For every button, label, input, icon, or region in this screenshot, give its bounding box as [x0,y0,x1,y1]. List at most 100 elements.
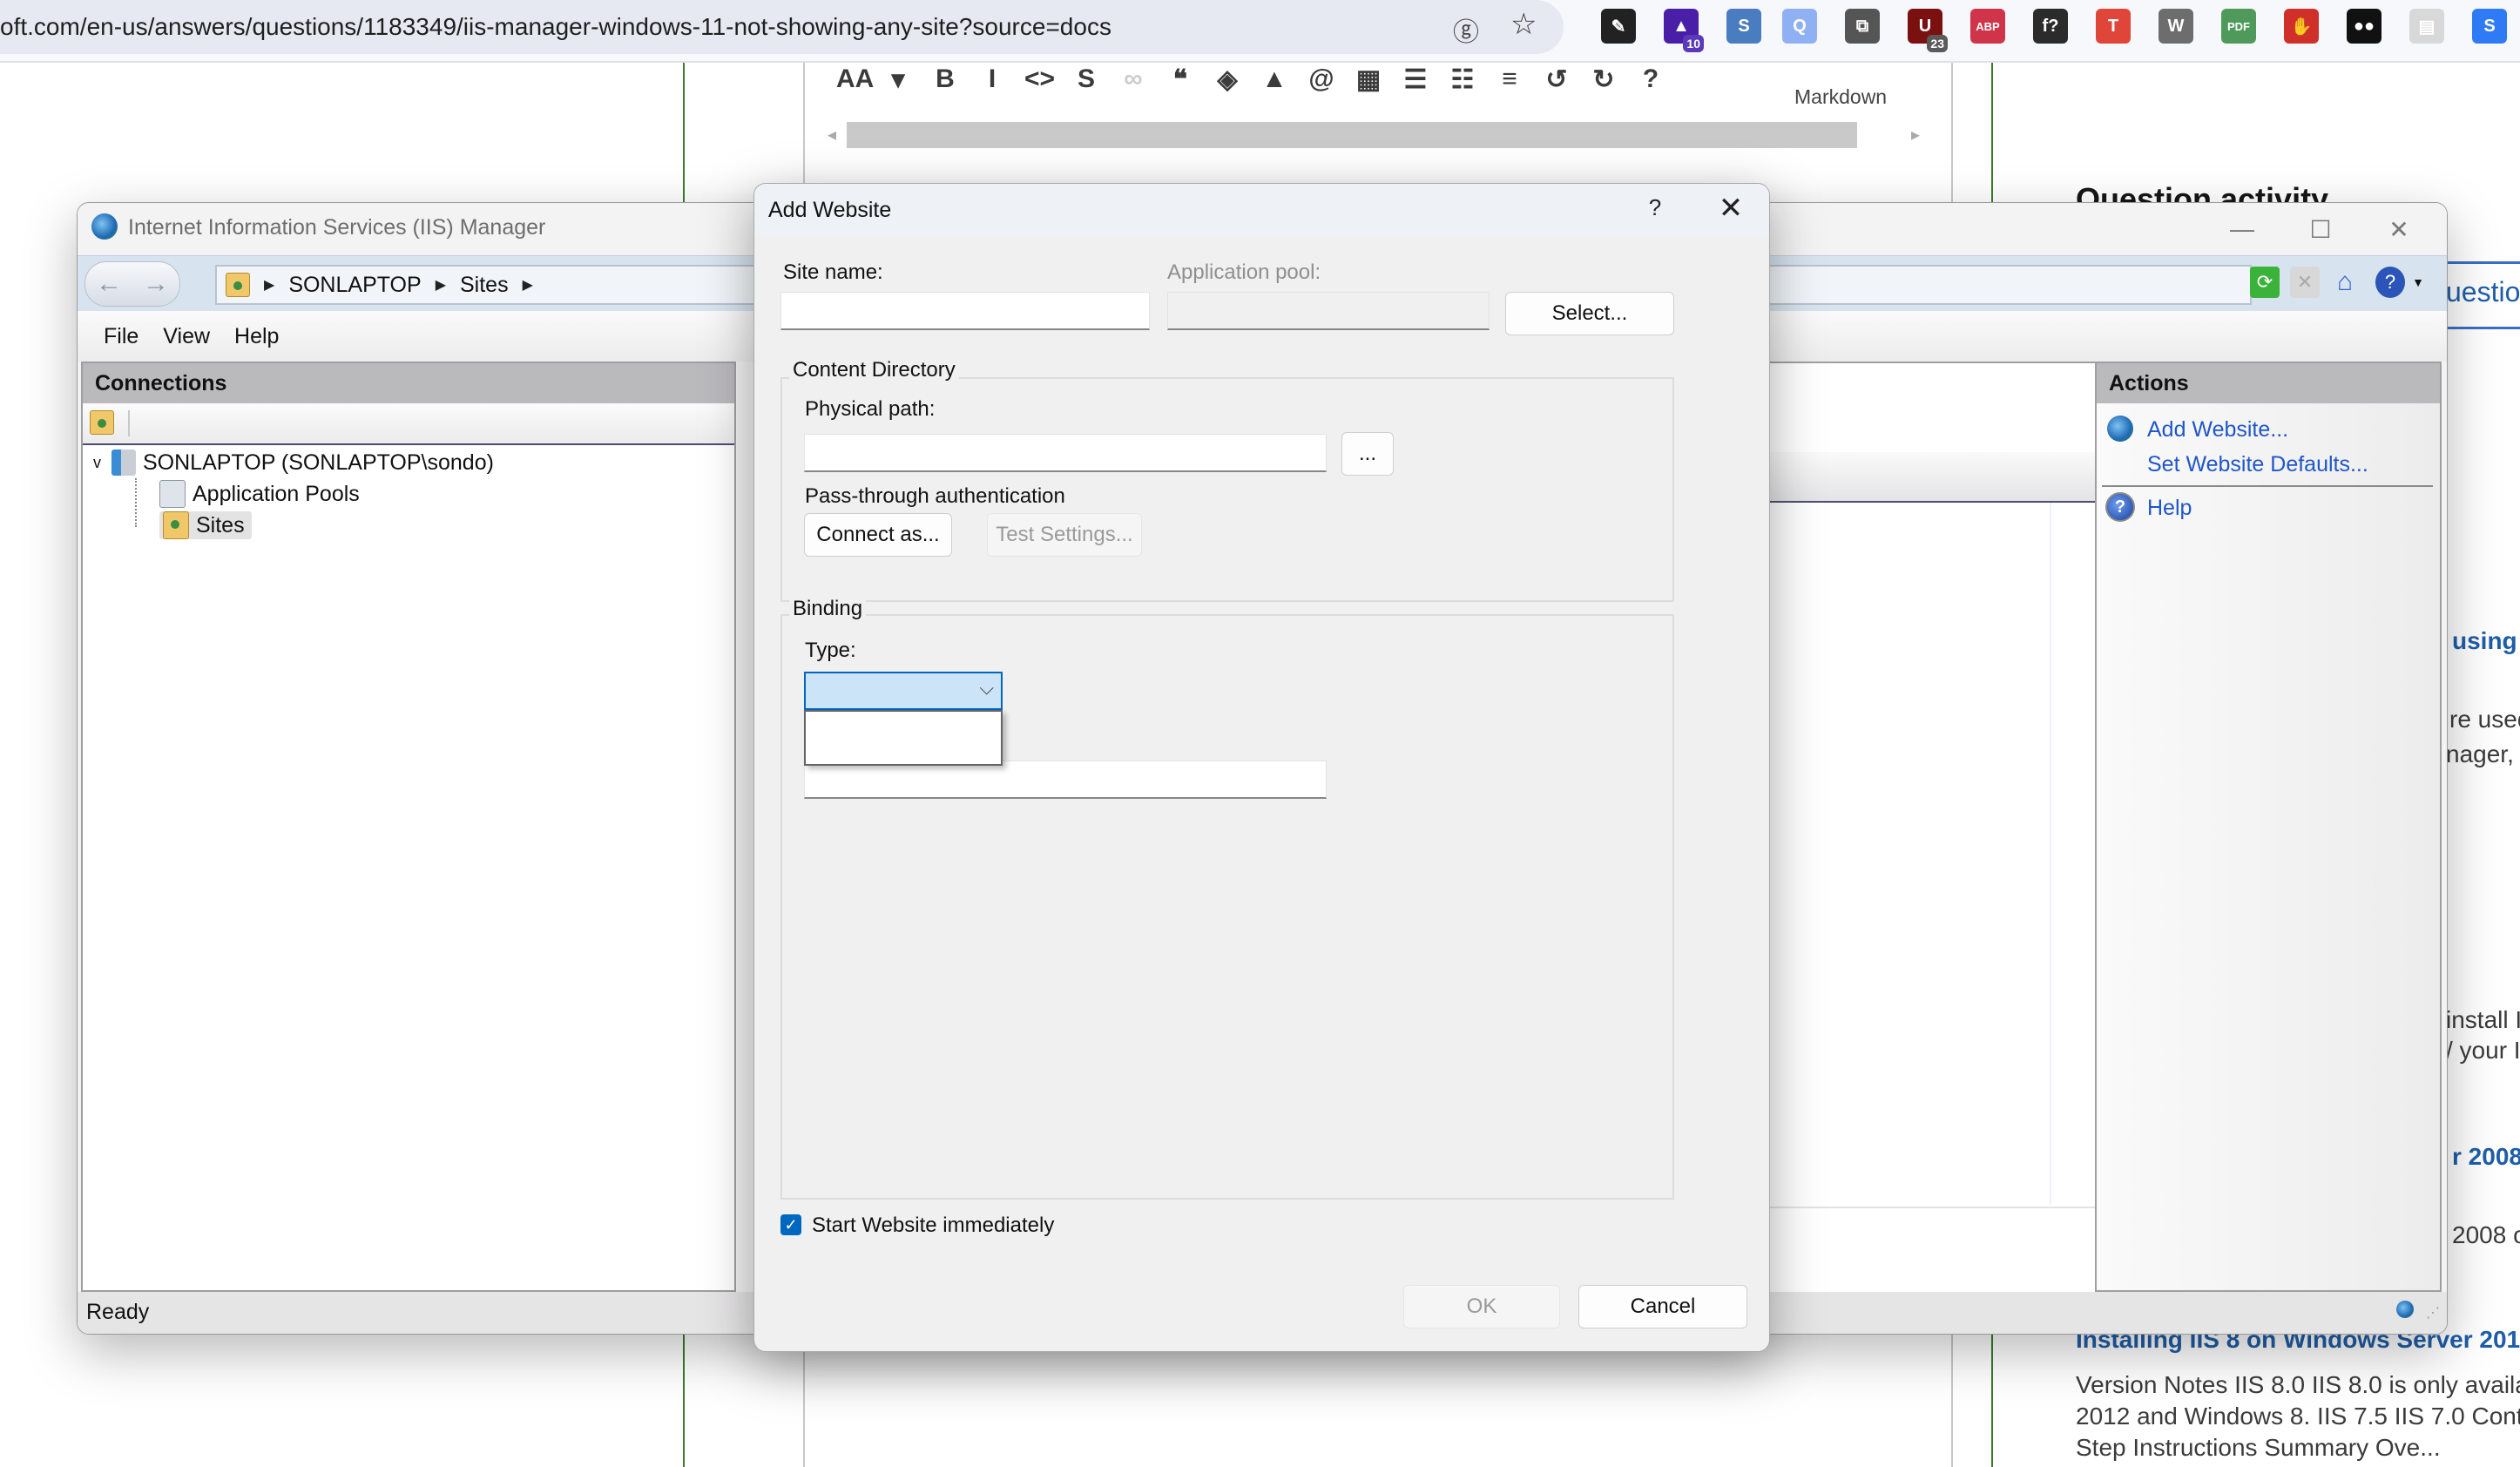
search-extension-icon[interactable]: Q [1782,9,1817,44]
stop-hand-extension-icon[interactable]: ✋ [2284,9,2319,44]
refresh-icon[interactable]: ⟳ [2250,267,2280,298]
bullet-list-icon[interactable]: ☷ [1448,64,1477,95]
font-extension-icon[interactable]: f? [2033,9,2068,44]
dialog-title-bar[interactable]: Add Website ? ✕ [754,184,1769,236]
cancel-button[interactable]: Cancel [1578,1285,1747,1328]
iis-window-title: Internet Information Services (IIS) Mana… [128,215,546,240]
bold-icon[interactable]: B [930,64,960,94]
physical-path-input[interactable] [804,434,1327,472]
help-link[interactable]: Help [2147,496,2192,521]
back-arrow-icon[interactable]: ← [96,269,122,299]
translate-icon[interactable]: ⓖ [1453,10,1479,49]
breadcrumb-arrow-icon[interactable]: ▶ [264,276,274,294]
help-icon[interactable]: ? [1636,64,1665,94]
reader-extension-icon[interactable]: ●● [2347,9,2382,44]
list-header [1717,452,2111,503]
dialog-close-button[interactable]: ✕ [1709,191,1753,226]
breadcrumb-arrow-icon[interactable]: ▶ [436,276,446,294]
table-icon[interactable]: ▦ [1354,64,1383,95]
wave-extension-icon[interactable]: W [2159,9,2193,44]
breadcrumb-item[interactable]: Sites [460,273,509,298]
shield-extension-icon[interactable]: U 23 [1908,9,1948,52]
site-name-input[interactable] [780,292,1150,330]
strikethrough-icon[interactable]: S [1071,64,1101,94]
connections-panel: Connections v SONLAPTOP (SONLAPTOP\sondo… [81,362,736,1292]
page-tab[interactable]: uestion [2446,261,2520,329]
horizontal-scrollbar[interactable] [847,122,1857,148]
sites-list[interactable] [1717,503,2114,1208]
breadcrumb-arrow-icon[interactable]: ▶ [523,276,533,294]
collapse-chevron-icon[interactable]: v [93,454,101,472]
cap-extension-icon[interactable]: ▲ 10 [1664,9,1704,52]
menu-file[interactable]: File [104,324,138,349]
heading-dropdown-icon[interactable]: ▾ [883,64,913,95]
tabs-extension-icon[interactable]: ⧉ [1845,9,1880,44]
numbered-list-icon[interactable]: ☰ [1401,64,1430,95]
maximize-button[interactable]: ☐ [2290,210,2351,248]
tree-item-application-pools[interactable]: Application Pools [159,478,360,510]
markdown-label[interactable]: Markdown [1794,85,1887,109]
add-website-link[interactable]: Add Website... [2147,417,2288,443]
test-settings-button: Test Settings... [987,513,1142,557]
notes-extension-icon[interactable]: ▤ [2409,9,2444,44]
related-link[interactable]: using [2452,627,2517,655]
set-website-defaults-link[interactable]: Set Website Defaults... [2147,452,2368,477]
image-icon[interactable]: ▲ [1260,64,1289,94]
connect-icon[interactable] [90,410,114,435]
mention-icon[interactable]: @ [1307,64,1336,94]
tree-item-sites[interactable]: Sites [159,510,252,541]
menu-view[interactable]: View [163,324,210,349]
italic-icon[interactable]: I [977,64,1007,94]
code-block-icon[interactable]: ◈ [1213,64,1242,95]
code-icon[interactable]: <> [1024,64,1055,94]
select-app-pool-button[interactable]: Select... [1505,292,1674,335]
binding-type-dropdown[interactable]: ⌵ [804,672,1003,710]
heading-icon[interactable]: AA [836,64,874,94]
help-icon: ? [2105,492,2135,522]
related-link[interactable]: r 2008 [2452,1143,2520,1171]
shazam-extension-icon[interactable]: S [2472,9,2507,44]
url-text[interactable]: oft.com/en-us/answers/questions/1183349/… [0,9,1111,45]
ok-button: OK [1403,1285,1560,1328]
adblock-plus-icon[interactable]: ABP [1970,9,2005,44]
help-dropdown-icon[interactable]: ▼ [2403,267,2433,298]
browse-path-button[interactable]: ... [1341,432,1394,476]
help-icon[interactable]: ? [2375,267,2405,298]
redo-icon[interactable]: ↻ [1589,64,1618,95]
link-icon[interactable]: ∞ [1118,64,1148,94]
extension-badge: 10 [1683,35,1704,52]
binding-type-options-list[interactable] [804,710,1003,766]
horizontal-rule-icon[interactable]: ≡ [1495,64,1524,94]
undo-icon[interactable]: ↺ [1542,64,1571,95]
address-bar[interactable]: oft.com/en-us/answers/questions/1183349/… [0,0,1564,54]
start-website-checkbox[interactable]: ✓ [780,1214,801,1235]
scroll-left-icon[interactable]: ◂ [828,124,836,145]
archive-pdf-extension-icon[interactable]: PDF [2221,9,2256,44]
actions-separator [2102,485,2433,487]
related-snippet-text: Version Notes IIS 8.0 IIS 8.0 is only av… [2076,1371,2520,1398]
dialog-help-button[interactable]: ? [1638,194,1672,221]
quote-icon[interactable]: ❝ [1165,64,1195,95]
translate-t-extension-icon[interactable]: T [2096,9,2131,44]
close-button[interactable]: ✕ [2368,210,2429,248]
connect-as-button[interactable]: Connect as... [804,513,952,557]
breadcrumb-item[interactable]: SONLAPTOP [288,273,421,298]
s-extension-icon[interactable]: S [1726,9,1761,44]
resize-grip-icon[interactable]: ⋰ [2426,1294,2440,1334]
actions-header: Actions [2097,363,2440,403]
selected-highlight: Sites [159,511,252,539]
server-status-icon [2396,1301,2419,1323]
extension-badge: 23 [1927,35,1948,52]
home-icon[interactable]: ⌂ [2330,267,2360,298]
forward-arrow-icon[interactable]: → [143,269,169,299]
menu-help[interactable]: Help [234,324,279,349]
related-snippet-text: install I [2446,1006,2520,1033]
start-website-label[interactable]: Start Website immediately [812,1213,1054,1238]
binding-field-input[interactable] [804,761,1327,799]
stop-icon[interactable]: ✕ [2290,267,2320,298]
tree-item-server[interactable]: v SONLAPTOP (SONLAPTOP\sondo) [93,447,494,478]
minimize-button[interactable]: — [2212,210,2273,248]
scroll-right-icon[interactable]: ▸ [1911,124,1920,145]
bookmark-star-icon[interactable]: ☆ [1510,7,1537,42]
pen-extension-icon[interactable]: ✎ [1601,9,1636,44]
